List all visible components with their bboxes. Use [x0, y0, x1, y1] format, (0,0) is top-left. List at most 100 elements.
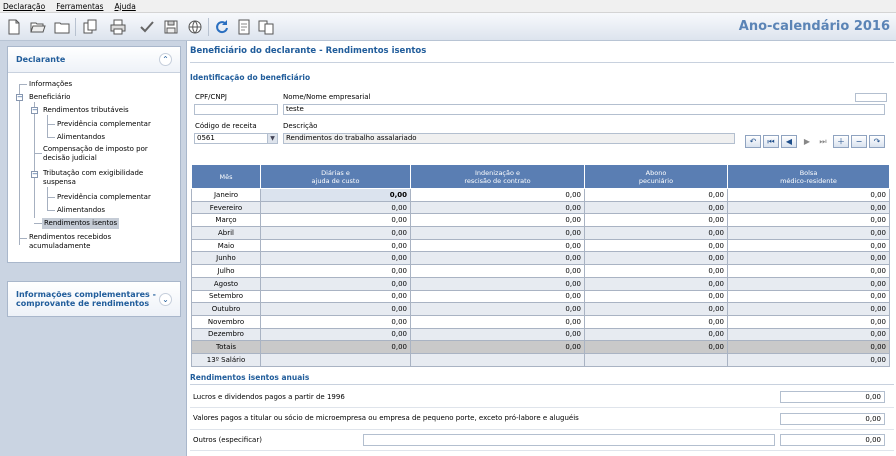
value-cell[interactable]: 0,00: [727, 289, 890, 304]
folder-button[interactable]: [52, 17, 72, 37]
transmit-button[interactable]: [185, 17, 205, 37]
nome-aux-field[interactable]: [855, 93, 887, 102]
value-cell[interactable]: 0,00: [260, 226, 411, 240]
nav-prev-button[interactable]: ◀: [781, 135, 797, 148]
tree-alimentandos-2[interactable]: Alimentandos: [57, 206, 105, 215]
copy-button[interactable]: [80, 17, 100, 37]
value-cell[interactable]: 0,00: [260, 276, 411, 291]
value-cell[interactable]: 0,00: [410, 188, 585, 202]
collapse-beneficiario-icon[interactable]: −: [16, 94, 23, 101]
value-cell[interactable]: 0,00: [260, 289, 411, 304]
value-cell[interactable]: 0,00: [584, 314, 728, 329]
nome-input[interactable]: teste: [283, 104, 885, 115]
value-cell[interactable]: 0,00: [727, 264, 890, 278]
tree-beneficiario[interactable]: Beneficiário: [29, 93, 70, 102]
collapse-rend-tributaveis-icon[interactable]: −: [31, 107, 38, 114]
value-cell[interactable]: 0,00: [410, 226, 585, 240]
value-cell[interactable]: 0,00: [260, 213, 411, 228]
value-cell[interactable]: 0,00: [727, 226, 890, 240]
value-cell[interactable]: 0,00: [584, 264, 728, 278]
value-cell[interactable]: 0,00: [410, 213, 585, 228]
nav-remove-button[interactable]: −: [851, 135, 867, 148]
value-cell[interactable]: 0,00: [584, 200, 728, 215]
value-cell[interactable]: 0,00: [260, 264, 411, 278]
value-cell[interactable]: 0,00: [584, 276, 728, 291]
value-cell[interactable]: 0,00: [260, 302, 411, 316]
menu-ajuda[interactable]: Ajuda: [114, 2, 135, 11]
value-cell[interactable]: 0,00: [727, 188, 890, 202]
value-cell[interactable]: 0,00: [584, 238, 728, 253]
value-cell[interactable]: 0,00: [260, 251, 411, 266]
value-cell[interactable]: 0,00: [410, 200, 585, 215]
tree-rend-tributaveis[interactable]: Rendimentos tributáveis: [43, 106, 129, 115]
informacoes-complementares-header[interactable]: Informações complementares - comprovante…: [8, 282, 180, 316]
nav-undo-button[interactable]: ↶: [745, 135, 761, 148]
collapse-tributacao-icon[interactable]: −: [31, 171, 38, 178]
value-cell[interactable]: 0,00: [584, 213, 728, 228]
tree-informacoes[interactable]: Informações: [29, 80, 72, 89]
cpf-input[interactable]: [194, 104, 278, 115]
outros-especificar-input[interactable]: [363, 434, 775, 446]
value-cell[interactable]: 0,00: [410, 302, 585, 316]
value-cell[interactable]: 0,00: [727, 352, 890, 367]
value-cell[interactable]: [260, 352, 411, 367]
value-cell[interactable]: 0,00: [727, 200, 890, 215]
menu-ferramentas[interactable]: Ferramentas: [56, 2, 103, 11]
nav-last-button[interactable]: ⏭: [815, 135, 831, 148]
value-cell[interactable]: 0,00: [410, 276, 585, 291]
refresh-button[interactable]: [212, 17, 232, 37]
value-cell[interactable]: 0,00: [410, 314, 585, 329]
declarante-panel-header[interactable]: Declarante ⌃: [8, 47, 180, 73]
print-button[interactable]: [108, 17, 128, 37]
value-cell[interactable]: 0,00: [584, 289, 728, 304]
nav-add-button[interactable]: ＋: [833, 135, 849, 148]
value-cell[interactable]: [584, 352, 728, 367]
tree-tributacao[interactable]: Tributação com exigibilidade suspensa: [43, 169, 153, 187]
value-cell[interactable]: 0,00: [410, 238, 585, 253]
outros-value-input[interactable]: 0,00: [780, 434, 885, 446]
value-cell[interactable]: 0,00: [727, 327, 890, 342]
export-button[interactable]: [256, 17, 276, 37]
value-cell[interactable]: 0,00: [584, 327, 728, 342]
tree-alimentandos-1[interactable]: Alimentandos: [57, 133, 105, 142]
new-document-button[interactable]: [4, 17, 24, 37]
lucros-input[interactable]: 0,00: [780, 391, 885, 403]
value-cell[interactable]: 0,00: [727, 251, 890, 266]
value-cell[interactable]: 0,00: [410, 289, 585, 304]
valores-input[interactable]: 0,00: [780, 413, 885, 425]
document-button[interactable]: [234, 17, 254, 37]
nav-first-button[interactable]: ⏮: [763, 135, 779, 148]
value-cell[interactable]: 0,00: [727, 314, 890, 329]
nav-redo-button[interactable]: ↷: [869, 135, 885, 148]
tree-rend-acumulado[interactable]: Rendimentos recebidos acumuladamente: [29, 233, 149, 251]
value-cell[interactable]: 0,00: [584, 302, 728, 316]
expand-down-icon[interactable]: ⌄: [159, 292, 172, 306]
value-cell[interactable]: 0,00: [727, 238, 890, 253]
value-cell[interactable]: 0,00: [260, 200, 411, 215]
value-cell[interactable]: 0,00: [260, 327, 411, 342]
value-cell[interactable]: 0,00: [260, 314, 411, 329]
value-cell[interactable]: 0,00: [260, 188, 411, 202]
value-cell[interactable]: 0,00: [727, 213, 890, 228]
tree-rend-isentos[interactable]: Rendimentos isentos: [42, 218, 120, 229]
value-cell[interactable]: 0,00: [260, 238, 411, 253]
tree-compensacao[interactable]: Compensação de imposto por decisão judic…: [43, 145, 153, 163]
value-cell[interactable]: 0,00: [410, 264, 585, 278]
verify-button[interactable]: [137, 17, 157, 37]
save-button[interactable]: [161, 17, 181, 37]
tree-previdencia-2[interactable]: Previdência complementar: [57, 193, 151, 202]
nav-next-button[interactable]: ▶: [799, 135, 815, 148]
collapse-up-icon[interactable]: ⌃: [159, 53, 172, 66]
value-cell[interactable]: 0,00: [584, 188, 728, 202]
value-cell[interactable]: 0,00: [410, 251, 585, 266]
menu-declaracao[interactable]: Declaração: [3, 2, 45, 11]
codigo-select[interactable]: 0561 ▼: [194, 133, 278, 144]
value-cell[interactable]: 0,00: [727, 276, 890, 291]
value-cell[interactable]: 0,00: [584, 226, 728, 240]
value-cell[interactable]: 0,00: [410, 327, 585, 342]
value-cell[interactable]: 0,00: [727, 302, 890, 316]
dropdown-arrow-icon[interactable]: ▼: [267, 134, 277, 143]
value-cell[interactable]: 0,00: [584, 251, 728, 266]
tree-previdencia-1[interactable]: Previdência complementar: [57, 120, 151, 129]
value-cell[interactable]: [410, 352, 585, 367]
